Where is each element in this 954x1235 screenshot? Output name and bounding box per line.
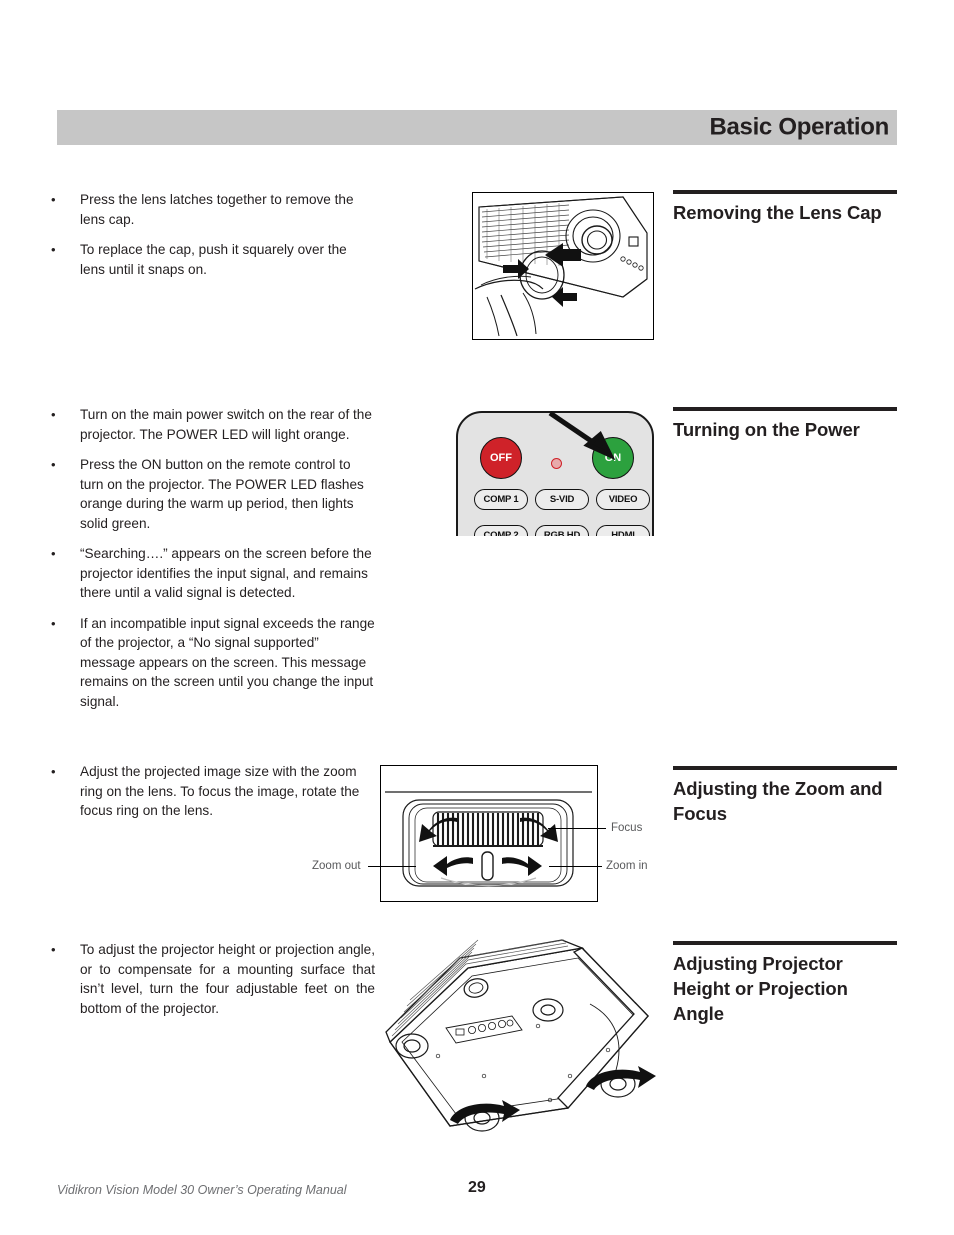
leader-line-focus	[548, 828, 606, 830]
bullet-marker-icon: •	[51, 615, 56, 631]
bullet-marker-icon: •	[51, 192, 56, 207]
remote-off-button[interactable]: OFF	[480, 437, 522, 479]
leader-line-zoom-out	[368, 866, 416, 868]
heading-rule	[673, 766, 897, 770]
heading-rule	[673, 190, 897, 194]
remote-on-button[interactable]: ON	[592, 437, 634, 479]
bullet-text: To adjust the projector height or projec…	[80, 942, 375, 1016]
footer-page-number: 29	[468, 1179, 486, 1196]
bullet-text: Adjust the projected image size with the…	[80, 764, 360, 818]
page-header-bar: Basic Operation	[57, 110, 897, 145]
remote-button-comp-1[interactable]: COMP 1	[474, 489, 528, 510]
heading-text: Turning on the Power	[673, 419, 860, 440]
list-item: • To adjust the projector height or proj…	[45, 940, 375, 1018]
list-item: • To replace the cap, push it squarely o…	[45, 240, 375, 279]
list-item: • Turn on the main power switch on the r…	[45, 405, 375, 444]
callout-focus: Focus	[611, 822, 643, 834]
bullet-marker-icon: •	[51, 546, 56, 561]
callout-zoom-out: Zoom out	[312, 860, 361, 872]
bullet-marker-icon: •	[51, 942, 56, 957]
bullet-text: Press the ON button on the remote contro…	[80, 457, 364, 531]
remote-body: OFF ON COMP 1 S-VID VIDEO COMP 2 RGB HD …	[456, 411, 654, 536]
zoom-focus-illustration	[385, 791, 592, 887]
leader-line-zoom-in	[549, 866, 602, 868]
list-item: • If an incompatible input signal exceed…	[45, 614, 375, 712]
bullet-text: Turn on the main power switch on the rea…	[80, 407, 372, 442]
figure-lens-cap-removal	[472, 192, 654, 340]
remote-indicator-led-icon	[551, 458, 562, 469]
bullet-block-projector-height: • To adjust the projector height or proj…	[45, 940, 375, 1018]
list-item: • Press the ON button on the remote cont…	[45, 455, 375, 533]
figure-zoom-focus	[380, 765, 598, 902]
bullet-text: Press the lens latches together to remov…	[80, 192, 354, 227]
bullet-marker-icon: •	[51, 407, 56, 422]
bullet-text: To replace the cap, push it squarely ove…	[80, 242, 347, 277]
projector-bottom-illustration	[385, 939, 656, 1132]
bullet-block-zoom-focus: • Adjust the projected image size with t…	[45, 762, 375, 821]
bullet-block-lens-cap: • Press the lens latches together to rem…	[45, 190, 375, 279]
bullet-text: If an incompatible input signal exceeds …	[80, 615, 375, 709]
lens-cap-illustration	[474, 196, 648, 337]
bullet-block-turning-on-power: • Turn on the main power switch on the r…	[45, 405, 375, 711]
heading-text: Removing the Lens Cap	[673, 202, 882, 223]
figure-remote-control: OFF ON COMP 1 S-VID VIDEO COMP 2 RGB HD …	[452, 405, 658, 536]
heading-rule	[673, 407, 897, 411]
bullet-marker-icon: •	[51, 457, 56, 472]
callout-zoom-in: Zoom in	[606, 860, 648, 872]
section-heading-removing-lens-cap: Removing the Lens Cap	[673, 190, 897, 225]
remote-button-comp-2[interactable]: COMP 2	[474, 525, 528, 536]
figure-projector-bottom-view	[372, 930, 667, 1145]
heading-rule	[673, 941, 897, 945]
list-item: • Press the lens latches together to rem…	[45, 190, 375, 229]
section-heading-adjusting-height: Adjusting Projector Height or Projection…	[673, 941, 897, 1026]
remote-button-s-vid[interactable]: S-VID	[535, 489, 589, 510]
bullet-marker-icon: •	[51, 764, 56, 779]
remote-button-video[interactable]: VIDEO	[596, 489, 650, 510]
bullet-marker-icon: •	[51, 242, 56, 257]
heading-text: Adjusting Projector Height or Projection…	[673, 953, 848, 1024]
bullet-text: “Searching….” appears on the screen befo…	[80, 546, 372, 600]
page-title: Basic Operation	[709, 112, 889, 140]
footer-manual-title: Vidikron Vision Model 30 Owner’s Operati…	[57, 1183, 347, 1197]
section-heading-adjusting-zoom-focus: Adjusting the Zoom and Focus	[673, 766, 897, 826]
section-heading-turning-on-power: Turning on the Power	[673, 407, 897, 442]
remote-button-rgb-hd[interactable]: RGB HD	[535, 525, 589, 536]
remote-button-hdmi[interactable]: HDMI	[596, 525, 650, 536]
list-item: • Adjust the projected image size with t…	[45, 762, 375, 821]
heading-text: Adjusting the Zoom and Focus	[673, 778, 883, 824]
list-item: • “Searching….” appears on the screen be…	[45, 544, 375, 603]
